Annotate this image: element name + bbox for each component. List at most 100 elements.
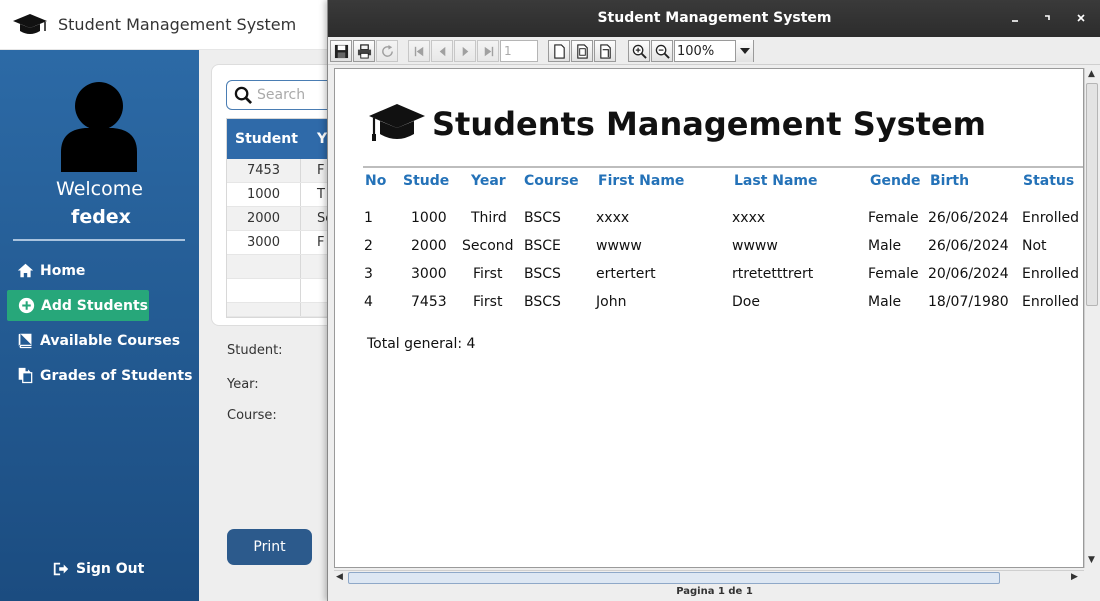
book-icon (18, 333, 32, 349)
column-header-year[interactable]: Y (301, 119, 327, 159)
report-total: Total general: 4 (367, 336, 476, 352)
report-header-last-name: Last Name (734, 173, 818, 189)
close-icon (1077, 14, 1085, 22)
next-page-button[interactable] (454, 40, 476, 62)
zoom-out-button[interactable] (651, 40, 673, 62)
print-report-button[interactable] (353, 40, 375, 62)
course-label: Course: (227, 408, 277, 423)
zoom-in-icon (632, 44, 647, 59)
zoom-select[interactable]: 100% (674, 40, 754, 62)
report-cell-first-name: ertertert (596, 266, 656, 282)
zoom-in-button[interactable] (628, 40, 650, 62)
fit-page-button[interactable] (571, 40, 593, 62)
report-cell-course: BSCS (524, 294, 561, 310)
report-cell-gender: Female (868, 266, 919, 282)
reload-icon (381, 44, 393, 57)
report-cell-birth: 18/07/1980 (928, 294, 1009, 310)
report-cell-year: Third (471, 210, 507, 226)
report-cell-no: 4 (364, 294, 373, 310)
report-header-student: Stude (403, 173, 450, 189)
print-button[interactable]: Print (227, 529, 312, 565)
sidebar-item-label: Available Courses (40, 332, 181, 349)
reload-button[interactable] (376, 40, 398, 62)
report-viewer-titlebar: Student Management System (328, 0, 1100, 37)
cell-student-id: 7453 (227, 159, 301, 182)
table-row[interactable]: 2000 Se (227, 207, 335, 231)
scroll-right-icon[interactable]: ▶ (1071, 572, 1078, 582)
table-row-empty (227, 303, 335, 317)
report-header-first-name: First Name (598, 173, 685, 189)
report-header-status: Status (1023, 173, 1075, 189)
sidebar-item-grades[interactable]: Grades of Students (7, 360, 192, 391)
column-header-student[interactable]: Student (227, 119, 301, 159)
report-cell-gender: Male (868, 294, 902, 310)
report-cell-last-name: Doe (732, 294, 760, 310)
fit-width-button[interactable] (594, 40, 616, 62)
search-placeholder: Search (257, 87, 306, 103)
scroll-left-icon[interactable]: ◀ (336, 572, 343, 582)
zoom-out-icon (655, 44, 670, 59)
report-viewer-title: Student Management System (597, 10, 832, 26)
page-number-input[interactable]: 1 (500, 40, 538, 62)
report-cell-birth: 26/06/2024 (928, 238, 1009, 254)
home-icon (17, 263, 34, 278)
report-cell-last-name: rtretetttrert (732, 266, 814, 282)
report-page: Students Management System No Stude Year… (334, 68, 1084, 568)
cell-year: T (317, 187, 325, 202)
report-cell-gender: Female (868, 210, 919, 226)
document-icon (18, 367, 33, 384)
zoom-value: 100% (677, 43, 715, 59)
sign-out-icon (53, 562, 69, 576)
horizontal-scroll-thumb[interactable] (348, 572, 1000, 584)
vertical-scroll-thumb[interactable] (1086, 83, 1098, 306)
first-page-icon (414, 46, 423, 56)
sidebar-item-add-students[interactable]: Add Students (7, 290, 149, 321)
report-cell-year: Second (462, 238, 514, 254)
report-cell-last-name: wwww (732, 238, 778, 254)
report-cell-first-name: wwww (596, 238, 642, 254)
scroll-up-icon[interactable]: ▲ (1088, 69, 1095, 79)
table-row-empty (227, 255, 335, 279)
sidebar: Welcome fedex Home Add Students Availabl… (0, 50, 199, 601)
report-header-birth: Birth (930, 173, 970, 189)
year-label: Year: (227, 377, 259, 392)
report-cell-year: First (473, 294, 503, 310)
report-cell-course: BSCE (524, 238, 561, 254)
close-button[interactable] (1070, 7, 1092, 29)
last-page-button[interactable] (477, 40, 499, 62)
printer-icon (357, 43, 371, 59)
fit-page-icon (576, 43, 588, 59)
table-row[interactable]: 3000 F (227, 231, 335, 255)
cell-student-id: 3000 (227, 231, 301, 254)
page-status: Pagina 1 de 1 (676, 586, 753, 597)
report-cell-gender: Male (868, 238, 902, 254)
horizontal-scrollbar[interactable]: ◀ ▶ (334, 570, 1084, 585)
next-icon (462, 46, 468, 56)
first-page-button[interactable] (408, 40, 430, 62)
cell-year: F (317, 235, 325, 250)
zoom-dropdown-button[interactable] (735, 40, 753, 62)
vertical-scrollbar[interactable]: ▲ ▼ (1084, 68, 1099, 568)
sidebar-item-home[interactable]: Home (7, 255, 85, 286)
report-header-no: No (365, 173, 387, 189)
previous-page-button[interactable] (431, 40, 453, 62)
minimize-button[interactable] (1004, 7, 1026, 29)
table-row[interactable]: 1000 T (227, 183, 335, 207)
sign-out-label: Sign Out (76, 561, 145, 577)
fit-width-icon (599, 43, 611, 59)
graduation-cap-icon (13, 14, 47, 34)
report-toolbar: 1 100% (328, 37, 1100, 65)
app-title: Student Management System (58, 15, 297, 34)
username: fedex (71, 206, 131, 228)
table-header: Student Y (227, 119, 335, 159)
report-header-year: Year (471, 173, 506, 189)
scroll-down-icon[interactable]: ▼ (1088, 555, 1095, 565)
search-input[interactable]: Search (226, 80, 336, 110)
save-button[interactable] (330, 40, 352, 62)
sign-out-button[interactable]: Sign Out (52, 560, 144, 578)
actual-size-button[interactable] (548, 40, 570, 62)
sidebar-item-available-courses[interactable]: Available Courses (7, 325, 180, 356)
table-row[interactable]: 7453 F (227, 159, 335, 183)
previous-icon (439, 46, 445, 56)
maximize-button[interactable] (1036, 7, 1058, 29)
